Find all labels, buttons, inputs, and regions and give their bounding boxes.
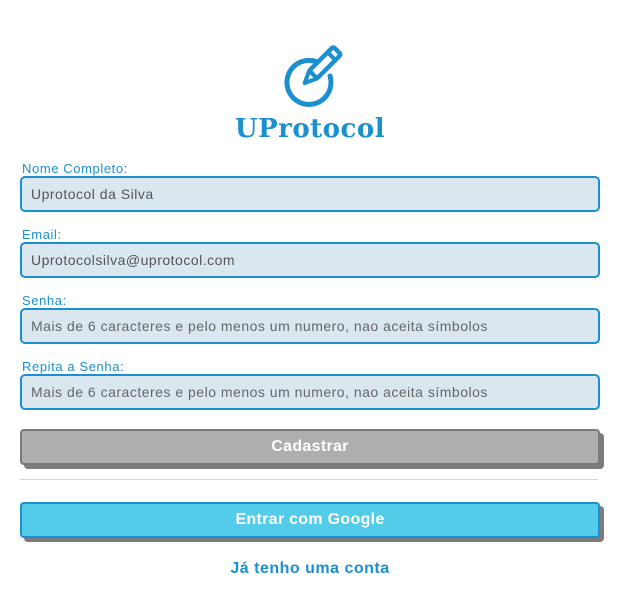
full-name-input[interactable]	[20, 176, 600, 212]
confirm-password-field: Repita a Senha:	[20, 360, 600, 410]
google-login-button[interactable]: Entrar com Google	[20, 502, 600, 538]
confirm-password-label: Repita a Senha:	[22, 359, 125, 374]
brand-name: UProtocol	[234, 114, 386, 144]
brand-logo: UProtocol	[0, 40, 620, 144]
password-label: Senha:	[22, 293, 67, 308]
divider	[20, 479, 598, 480]
existing-account-link[interactable]: Já tenho uma conta	[0, 560, 620, 578]
register-button[interactable]: Cadastrar	[20, 429, 600, 465]
full-name-field: Nome Completo:	[20, 162, 600, 212]
email-label: Email:	[22, 227, 62, 242]
confirm-password-input[interactable]	[20, 374, 600, 410]
password-field: Senha:	[20, 294, 600, 344]
email-field: Email:	[20, 228, 600, 278]
email-input[interactable]	[20, 242, 600, 278]
full-name-label: Nome Completo:	[22, 161, 128, 176]
password-input[interactable]	[20, 308, 600, 344]
pencil-circle-icon	[284, 45, 343, 107]
